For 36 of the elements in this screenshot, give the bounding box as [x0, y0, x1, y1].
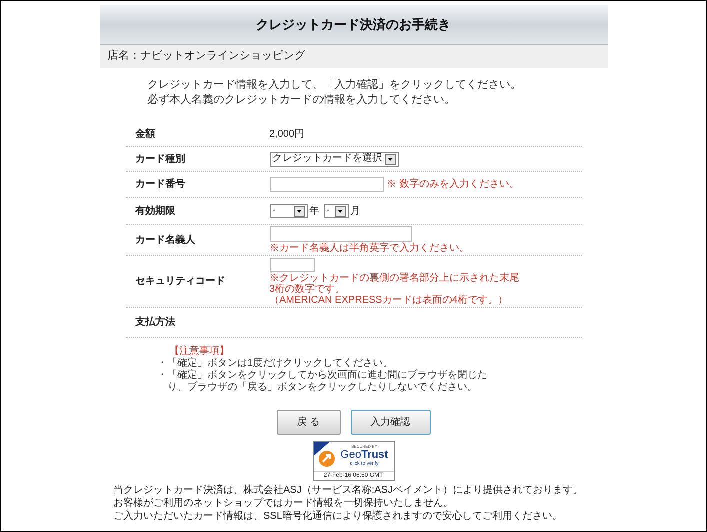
- notice-text: 「確定」ボタンをクリックしてから次画面に進む間にブラウザを閉じたり、ブラウザの「戻る」ボタンをクリックしたりしないでください。: [168, 370, 488, 394]
- field-label: カード種別: [134, 152, 186, 166]
- card-type-select[interactable]: クレジットカードを選択: [270, 152, 398, 166]
- footer-text: ご入力いただいたカード情報は、SSL暗号化通信により保護されますので安心してご利用ください。: [114, 510, 564, 523]
- notice-text: 「確定」ボタンは1度だけクリックしてください。: [168, 358, 394, 370]
- bullet-text: ・: [158, 358, 168, 370]
- security-code-field[interactable]: [270, 258, 314, 272]
- page-title: クレジットカード決済のお手続き: [256, 16, 451, 34]
- amount-text: 2,000円: [270, 128, 305, 142]
- footer-text: お客様がご利用のネットショップではカード情報を一切保持いたしません。: [114, 497, 454, 510]
- shop-name: 店名：ナビットオンラインショッピング: [108, 48, 306, 64]
- cardholder-field[interactable]: [270, 226, 412, 242]
- brand-text: GeoTrust: [340, 449, 388, 461]
- hint-text: （AMERICAN EXPRESSカードは表面の4桁です。）: [270, 294, 509, 306]
- month-label: 月: [350, 204, 360, 218]
- field-label: 支払方法: [134, 315, 176, 330]
- footer-text: 当クレジットカード決済は、株式会社ASJ（サービス名称:ASJペイメント）により提供されております。: [114, 484, 584, 497]
- back-button[interactable]: 戻 る: [276, 410, 340, 435]
- month-select[interactable]: -: [324, 204, 348, 218]
- hint-text: 3桁の数字です。: [270, 284, 346, 294]
- card-number-field[interactable]: [270, 177, 384, 192]
- field-label: 有効期限: [134, 204, 176, 218]
- field-label: カード名義人: [134, 234, 196, 248]
- intro-text: 必ず本人名義のクレジットカードの情報を入力してください。: [148, 93, 456, 108]
- notice-title: 【注意事項】: [168, 346, 230, 358]
- year-label: 年: [310, 204, 320, 218]
- confirm-button[interactable]: 入力確認: [350, 410, 430, 435]
- intro-text: クレジットカード情報を入力して、「入力確認」をクリックしてください。: [148, 78, 522, 93]
- hint-text: ※ 数字のみを入力ください。: [386, 179, 520, 190]
- field-label: セキュリティコード: [134, 275, 226, 289]
- year-select[interactable]: -: [270, 204, 308, 218]
- hint-text: ※カード名義人は半角英字で入力ください。: [270, 243, 470, 254]
- field-label: 金額: [134, 128, 156, 142]
- bullet-text: ・: [158, 370, 168, 383]
- field-label: カード番号: [134, 178, 186, 192]
- hint-text: ※クレジットカードの裏側の署名部分上に示された末尾: [270, 272, 520, 284]
